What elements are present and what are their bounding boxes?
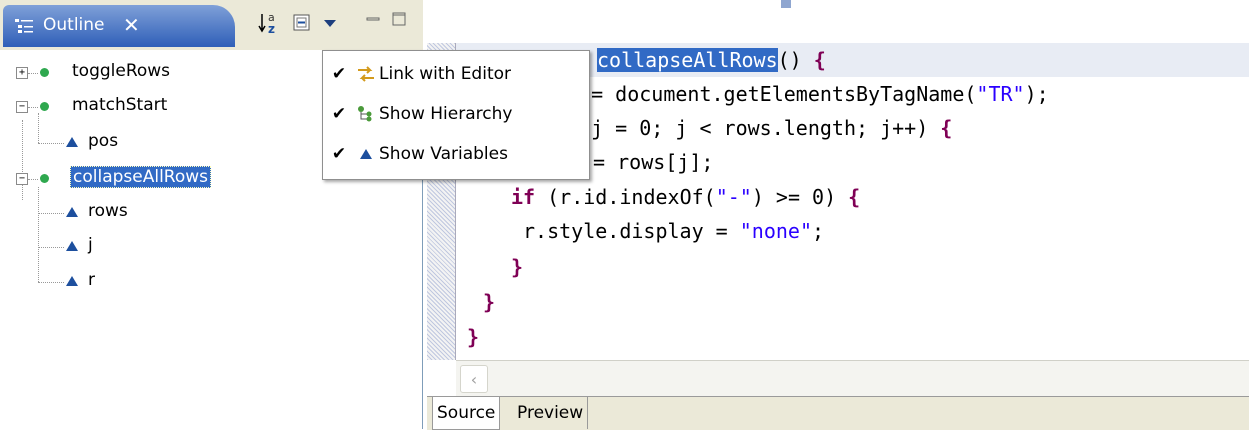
editor-top-strip [427, 0, 1249, 8]
code-line: = rows[j]; [581, 150, 714, 174]
menu-item-label: Link with Editor [379, 64, 511, 84]
tree-connector [38, 143, 64, 144]
function-icon [40, 174, 49, 183]
variable-icon [66, 276, 78, 286]
code-line: r j = 0; j < rows.length; j++) { [567, 116, 953, 140]
check-icon: ✔ [331, 144, 347, 164]
view-menu-chevron-icon[interactable] [322, 12, 338, 34]
outline-tab[interactable]: Outline ✕ [3, 5, 235, 47]
check-icon: ✔ [331, 64, 347, 84]
variable-triangle-icon [355, 149, 377, 159]
minimize-icon[interactable] [364, 8, 382, 30]
tree-connector [28, 73, 38, 74]
variable-icon [66, 137, 78, 147]
tree-connector [28, 107, 38, 108]
tree-connector [38, 113, 39, 143]
menu-item-show-hierarchy[interactable]: ✔ Show Hierarchy [323, 95, 589, 133]
selected-identifier: collapseAllRows [597, 48, 778, 72]
maximize-icon[interactable] [390, 8, 408, 30]
tree-connector [38, 247, 64, 248]
outline-toolbar: Outline ✕ a z [0, 0, 423, 50]
variable-icon [66, 207, 78, 217]
code-line: } [483, 290, 496, 314]
link-arrows-icon [355, 64, 377, 84]
tree-connector [22, 120, 23, 200]
svg-text:z: z [268, 22, 275, 35]
view-menu-dropdown: ✔ Link with Editor ✔ Show Hierarchy ✔ Sh… [322, 50, 590, 180]
overview-marker [781, 0, 791, 8]
tree-connector [38, 282, 64, 283]
tree-item-label: pos [88, 131, 119, 151]
variable-icon [66, 241, 78, 251]
code-line: } [467, 325, 480, 349]
tree-item-label: collapseAllRows [70, 166, 212, 188]
tree-connector [28, 179, 38, 180]
tab-source[interactable]: Source [432, 397, 501, 430]
tree-connector [38, 187, 39, 282]
tab-preview[interactable]: Preview [513, 397, 589, 429]
collapse-icon[interactable]: − [16, 101, 28, 113]
scroll-left-icon[interactable]: ‹ [460, 365, 488, 393]
code-line: r.style.display = "none"; [523, 219, 825, 243]
editor-tab-bar: Source Preview [427, 396, 1249, 430]
hierarchy-icon [355, 105, 377, 123]
code-line: collapseAllRows() { [597, 48, 826, 72]
tree-item-label: r [88, 270, 95, 290]
code-line: s = document.getElementsByTagName("TR"); [567, 82, 1049, 106]
horizontal-scrollbar[interactable]: ‹ [456, 360, 1249, 397]
function-icon [40, 68, 49, 77]
menu-item-show-variables[interactable]: ✔ Show Variables [323, 135, 589, 173]
tree-item-label: rows [88, 201, 128, 221]
menu-item-label: Show Hierarchy [379, 104, 513, 124]
outline-icon [15, 19, 33, 33]
outline-tab-title: Outline [43, 15, 105, 35]
tree-item-label: j [88, 235, 93, 255]
tree-connector [38, 213, 64, 214]
sort-alpha-icon[interactable]: a z [258, 11, 282, 35]
collapse-all-icon[interactable] [292, 12, 312, 34]
tree-item-label: matchStart [72, 95, 168, 115]
menu-item-link-with-editor[interactable]: ✔ Link with Editor [323, 55, 589, 93]
tree-item-label: toggleRows [72, 61, 171, 81]
code-line: if (r.id.indexOf("-") >= 0) { [511, 185, 861, 209]
expand-icon[interactable]: + [16, 67, 28, 79]
collapse-icon[interactable]: − [16, 173, 28, 185]
function-icon [40, 102, 49, 111]
check-icon: ✔ [331, 104, 347, 124]
code-line: } [511, 255, 524, 279]
menu-item-label: Show Variables [379, 144, 508, 164]
close-icon[interactable]: ✕ [123, 13, 140, 37]
